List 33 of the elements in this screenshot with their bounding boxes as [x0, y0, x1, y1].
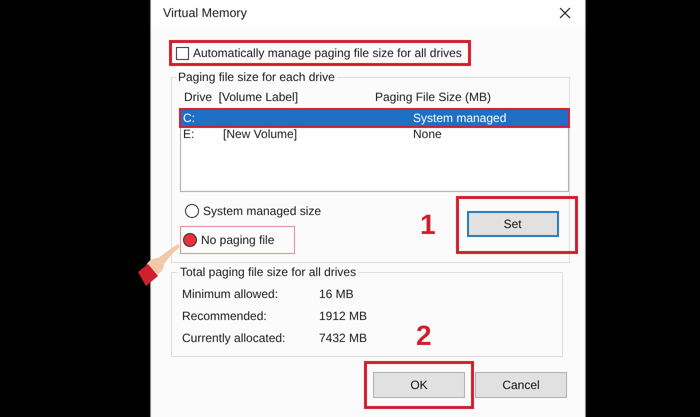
ok-button[interactable]: OK — [373, 372, 465, 398]
group-title: Paging file size for each drive — [177, 70, 336, 84]
checkbox-label: Automatically manage paging file size for all drives — [193, 46, 462, 60]
cancel-button[interactable]: Cancel — [475, 372, 567, 398]
window-title: Virtual Memory — [163, 6, 247, 20]
radio-option[interactable]: No paging file — [180, 226, 296, 254]
paging-size: System managed — [413, 111, 508, 125]
checkbox[interactable] — [176, 46, 189, 60]
column-header: Drive [Volume Label] — [184, 90, 300, 104]
radio-label: No paging file — [201, 233, 274, 247]
volume-label: [New Volume] — [223, 127, 298, 141]
total-value: 16 MB — [319, 287, 354, 301]
drive-row[interactable]: C: System managed — [181, 110, 568, 126]
radio-button[interactable] — [185, 204, 199, 218]
paging-size: None — [413, 127, 443, 141]
total-label: Currently allocated: — [182, 331, 286, 345]
total-label: Minimum allowed: — [182, 287, 280, 301]
group-title: Total paging file size for all drives — [179, 265, 358, 279]
drive-letter: E: — [183, 127, 196, 141]
drive-letter: C: — [183, 111, 196, 125]
radio-option[interactable]: System managed size — [180, 204, 322, 218]
drive-row[interactable]: E: [New Volume] None — [181, 126, 568, 142]
close-icon[interactable] — [559, 7, 571, 19]
total-label: Recommended: — [182, 309, 268, 323]
radio-button[interactable] — [183, 233, 197, 247]
column-header: Paging File Size (MB) — [375, 90, 492, 104]
radio-label: System managed size — [203, 204, 322, 218]
auto-manage-checkbox[interactable]: Automatically manage paging file size for all drives — [172, 43, 468, 63]
step-number: 2 — [416, 320, 432, 352]
step-number: 1 — [420, 209, 436, 241]
total-value: 1912 MB — [319, 309, 368, 323]
set-button[interactable]: Set — [466, 211, 559, 237]
total-value: 7432 MB — [319, 331, 368, 345]
